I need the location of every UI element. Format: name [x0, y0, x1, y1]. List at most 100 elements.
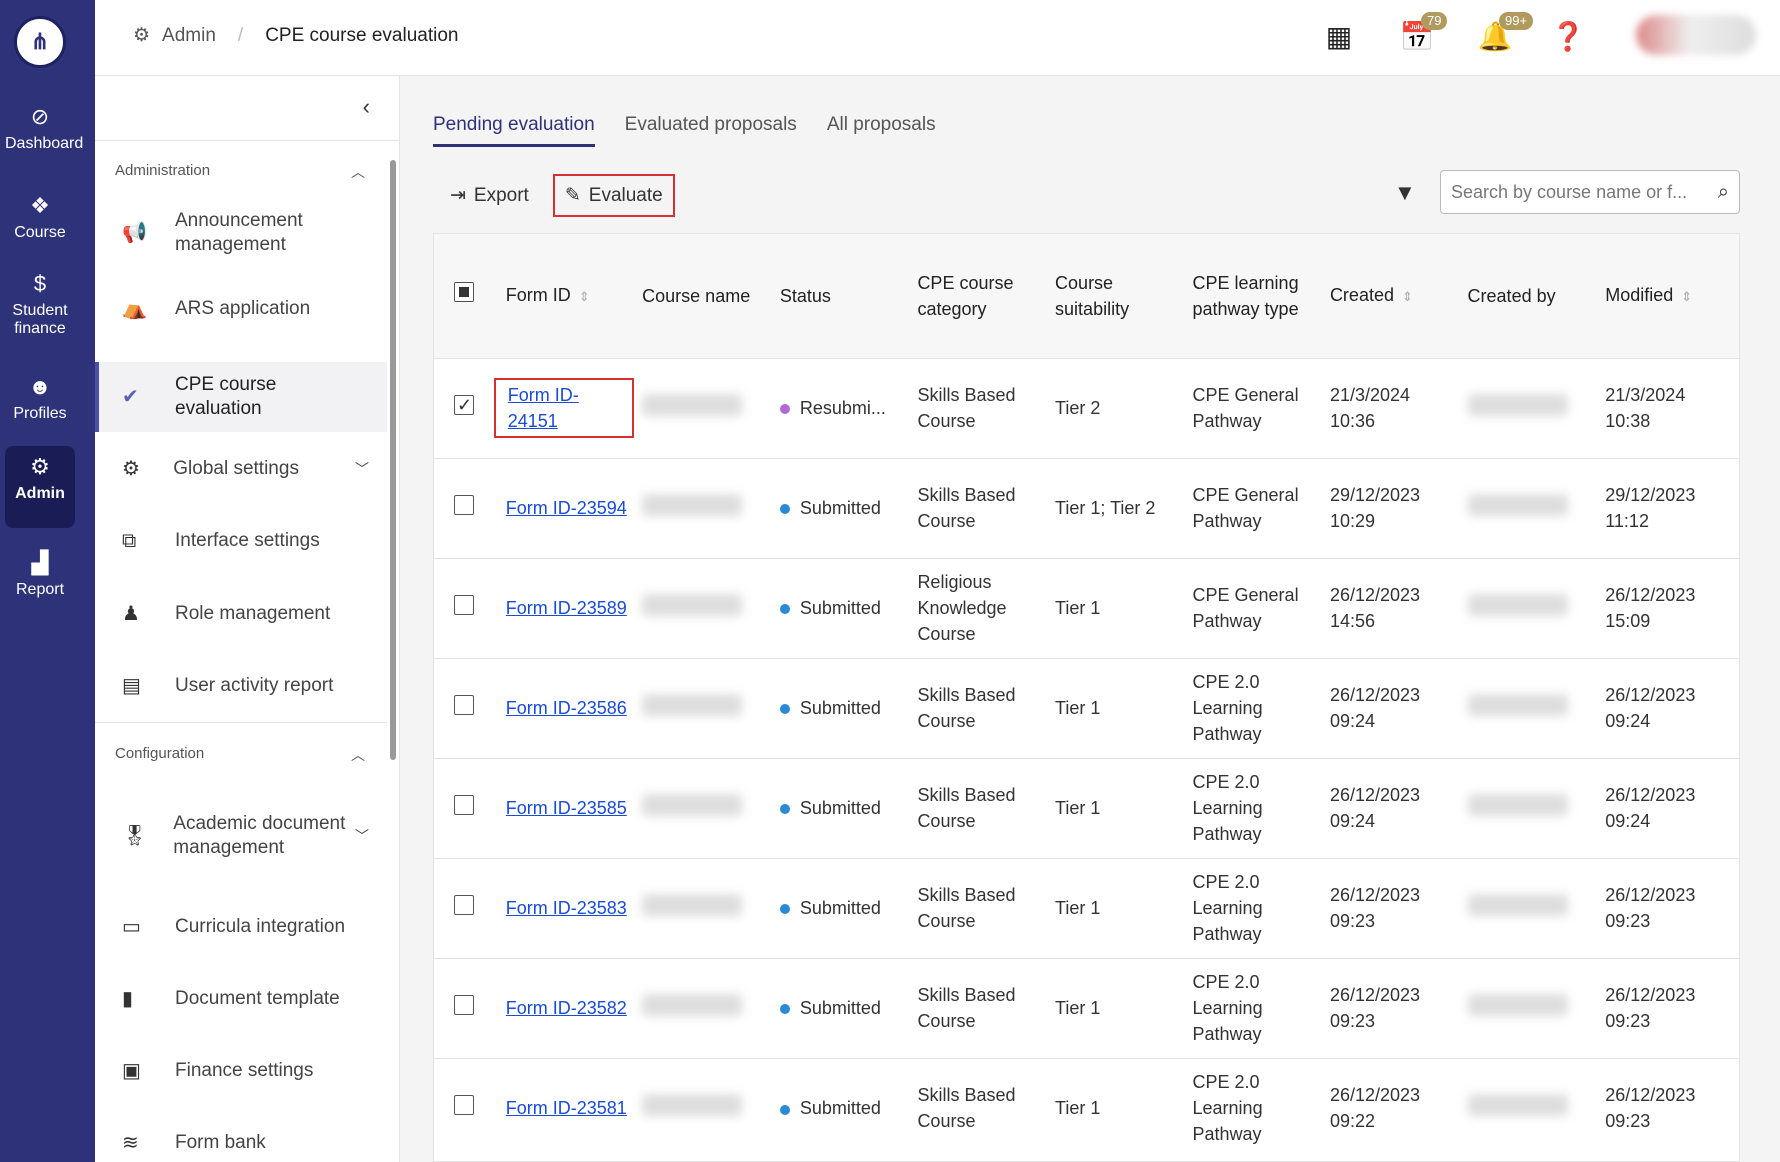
row-checkbox[interactable] — [454, 894, 474, 915]
tab-evaluated[interactable]: Evaluated proposals — [625, 114, 797, 147]
col-modified[interactable]: Modified ⇕ — [1605, 234, 1739, 358]
search-icon[interactable]: ⌕ — [1718, 181, 1729, 204]
calendar-check-icon[interactable]: 📅 79 — [1399, 12, 1448, 54]
rail-label: Dashboard — [5, 135, 84, 152]
row-checkbox[interactable] — [454, 392, 474, 418]
row-checkbox[interactable] — [454, 594, 474, 615]
evaluate-button[interactable]: ✎ Evaluate — [552, 174, 675, 217]
bell-icon[interactable]: 🔔 99+ — [1477, 12, 1534, 54]
created-cell: 26/12/2023 09:24 — [1329, 657, 1468, 758]
export-button[interactable]: ⇥ Export — [440, 176, 539, 215]
table-row[interactable]: Form ID-23589 Submitted Religious Knowle… — [434, 557, 1739, 658]
scrollbar-thumb[interactable] — [390, 160, 396, 760]
sidebar-item-cpe-evaluation[interactable]: ✔ CPE course evaluation — [95, 362, 387, 432]
rail-label: Course — [14, 224, 66, 241]
modified-cell: 26/12/2023 09:24 — [1605, 757, 1739, 858]
sidebar-item-role-management[interactable]: ♟ Role management — [95, 581, 387, 647]
table-row[interactable]: Form ID-23582 Submitted Skills Based Cou… — [434, 957, 1739, 1058]
select-all-checkbox[interactable] — [454, 282, 474, 303]
chevron-down-icon: ﹀ — [355, 461, 369, 477]
col-created-by: Created by — [1467, 234, 1606, 358]
sidebar-item-finance-settings[interactable]: ▣ Finance settings — [95, 1038, 387, 1104]
form-id-link[interactable]: Form ID-23585 — [506, 798, 627, 818]
status-dot — [779, 1104, 790, 1115]
status-text: Submitted — [799, 998, 881, 1018]
sidebar-item-ars[interactable]: ⛺ ARS application — [95, 276, 387, 342]
created-cell: 26/12/2023 14:56 — [1329, 557, 1468, 658]
created-by-redacted — [1467, 1093, 1568, 1116]
rail-item-student-finance[interactable]: $ Student finance — [5, 271, 75, 338]
breadcrumb: ⚙ Admin / CPE course evaluation — [133, 24, 458, 47]
table-row[interactable]: Form ID-23583 Submitted Skills Based Cou… — [434, 857, 1739, 958]
sidebar-collapse[interactable]: ‹ — [95, 76, 399, 141]
report-file-icon: ▤ — [122, 675, 141, 697]
sidebar-item-label: Interface settings — [175, 530, 320, 551]
category-cell: Religious Knowledge Course — [917, 557, 1056, 658]
table-row[interactable]: Form ID-23586 Submitted Skills Based Cou… — [434, 657, 1739, 758]
form-id-link[interactable]: Form ID-23581 — [506, 1098, 627, 1118]
row-checkbox[interactable] — [454, 494, 474, 515]
suitability-cell: Tier 1; Tier 2 — [1055, 457, 1193, 558]
sort-icon[interactable]: ⇕ — [1402, 289, 1413, 304]
apps-grid-icon[interactable]: ▦ — [1321, 18, 1357, 54]
form-id-link[interactable]: Form ID-24151 — [493, 378, 635, 438]
filter-icon[interactable]: ▼ — [1394, 180, 1416, 206]
rail-label: Student finance — [12, 302, 68, 337]
category-cell: Skills Based Course — [917, 757, 1056, 858]
sidebar-item-global-settings[interactable]: ⚙ Global settings ﹀ — [95, 436, 387, 502]
window-icon: ⧉ — [122, 530, 137, 552]
breadcrumb-root[interactable]: Admin — [162, 25, 216, 47]
course-name-redacted — [642, 593, 743, 616]
col-form-id[interactable]: Form ID ⇕ — [505, 234, 643, 358]
col-created[interactable]: Created ⇕ — [1329, 234, 1468, 358]
category-cell: Skills Based Course — [917, 357, 1056, 458]
section-administration[interactable]: Administration ︿ — [115, 162, 365, 182]
status-dot — [779, 604, 790, 615]
sidebar-item-announcement[interactable]: 📢 Announcement management — [95, 200, 387, 266]
rail-item-profiles[interactable]: ☻ Profiles — [5, 374, 75, 423]
status-dot — [779, 904, 790, 915]
sidebar-item-academic-document[interactable]: 🎖 Academic document management ﹀ — [95, 788, 387, 884]
sidebar-scrollbar[interactable] — [388, 140, 398, 1162]
chevron-left-icon[interactable]: ‹ — [363, 94, 370, 120]
sort-icon[interactable]: ⇕ — [579, 289, 590, 304]
main-content: Pending evaluation Evaluated proposals A… — [400, 76, 1780, 1162]
tab-pending[interactable]: Pending evaluation — [433, 114, 595, 147]
table-row[interactable]: Form ID-23581 Submitted Skills Based Cou… — [434, 1057, 1739, 1158]
sidebar-item-curricula[interactable]: ▭ Curricula integration — [95, 894, 387, 960]
user-tie-icon: ♟ — [122, 603, 140, 625]
sort-icon[interactable]: ⇕ — [1681, 289, 1692, 304]
app-logo[interactable]: ⋔ — [14, 16, 66, 68]
tab-all[interactable]: All proposals — [827, 114, 936, 147]
form-id-link[interactable]: Form ID-23586 — [506, 698, 627, 718]
sidebar-item-document-template[interactable]: ▮ Document template — [95, 966, 387, 1032]
sidebar-item-form-bank[interactable]: ≋ Form bank — [95, 1110, 387, 1162]
section-title: Administration — [115, 162, 211, 179]
help-icon[interactable]: ❓ — [1550, 18, 1586, 54]
user-avatar[interactable] — [1636, 15, 1756, 55]
form-id-link[interactable]: Form ID-23582 — [506, 998, 627, 1018]
table-row[interactable]: Form ID-24151 Resubmi... Skills Based Co… — [434, 357, 1739, 458]
created-by-redacted — [1467, 693, 1568, 716]
rail-item-course[interactable]: ❖ Course — [5, 193, 75, 242]
created-by-redacted — [1467, 793, 1568, 816]
rail-item-report[interactable]: ▟ Report — [5, 550, 75, 599]
sidebar-item-label: ARS application — [175, 298, 311, 319]
section-configuration[interactable]: Configuration ︿ — [115, 745, 365, 765]
form-id-link[interactable]: Form ID-23594 — [506, 498, 627, 518]
proposals-table: Form ID ⇕ Course name Status CPE course c… — [433, 233, 1740, 1162]
table-row[interactable]: Form ID-23585 Submitted Skills Based Cou… — [434, 757, 1739, 858]
sidebar-item-user-activity[interactable]: ▤ User activity report — [95, 653, 387, 719]
form-id-link[interactable]: Form ID-23589 — [506, 598, 627, 618]
sidebar-item-label: CPE course evaluation — [175, 374, 277, 419]
row-checkbox[interactable] — [454, 1094, 474, 1115]
search-input[interactable]: Search by course name or f... ⌕ — [1440, 170, 1740, 214]
sidebar-item-interface-settings[interactable]: ⧉ Interface settings — [95, 508, 387, 574]
rail-item-admin[interactable]: ⚙ Admin — [5, 446, 75, 528]
form-id-link[interactable]: Form ID-23583 — [506, 898, 627, 918]
table-row[interactable]: Form ID-23594 Submitted Skills Based Cou… — [434, 457, 1739, 558]
row-checkbox[interactable] — [454, 694, 474, 715]
row-checkbox[interactable] — [454, 794, 474, 815]
rail-item-dashboard[interactable]: ⊘ Dashboard — [5, 104, 83, 153]
row-checkbox[interactable] — [454, 994, 474, 1015]
